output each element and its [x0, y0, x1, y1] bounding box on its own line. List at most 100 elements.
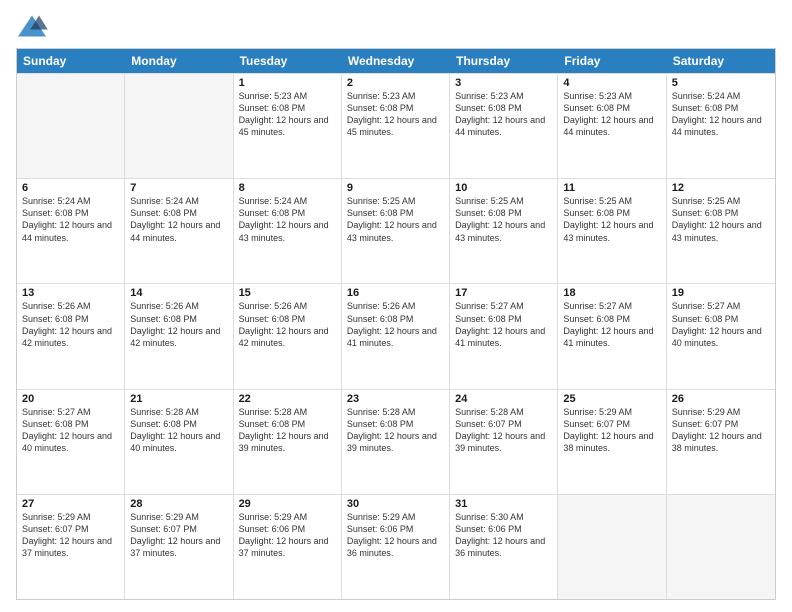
day-info: Sunrise: 5:23 AMSunset: 6:08 PMDaylight:… — [563, 90, 660, 139]
day-number: 6 — [22, 182, 119, 194]
calendar-cell-13: 13Sunrise: 5:26 AMSunset: 6:08 PMDayligh… — [17, 284, 125, 388]
day-info: Sunrise: 5:29 AMSunset: 6:06 PMDaylight:… — [239, 511, 336, 560]
calendar-cell-4: 4Sunrise: 5:23 AMSunset: 6:08 PMDaylight… — [558, 74, 666, 178]
calendar-cell-empty — [667, 495, 775, 599]
day-number: 21 — [130, 393, 227, 405]
day-info: Sunrise: 5:28 AMSunset: 6:08 PMDaylight:… — [347, 406, 444, 455]
day-info: Sunrise: 5:28 AMSunset: 6:08 PMDaylight:… — [130, 406, 227, 455]
calendar: SundayMondayTuesdayWednesdayThursdayFrid… — [16, 48, 776, 600]
day-info: Sunrise: 5:26 AMSunset: 6:08 PMDaylight:… — [22, 300, 119, 349]
calendar-cell-16: 16Sunrise: 5:26 AMSunset: 6:08 PMDayligh… — [342, 284, 450, 388]
day-number: 17 — [455, 287, 552, 299]
day-info: Sunrise: 5:25 AMSunset: 6:08 PMDaylight:… — [563, 195, 660, 244]
calendar-cell-11: 11Sunrise: 5:25 AMSunset: 6:08 PMDayligh… — [558, 179, 666, 283]
day-info: Sunrise: 5:23 AMSunset: 6:08 PMDaylight:… — [239, 90, 336, 139]
calendar-cell-empty — [125, 74, 233, 178]
day-info: Sunrise: 5:27 AMSunset: 6:08 PMDaylight:… — [22, 406, 119, 455]
header-day-thursday: Thursday — [450, 49, 558, 73]
day-number: 22 — [239, 393, 336, 405]
calendar-cell-9: 9Sunrise: 5:25 AMSunset: 6:08 PMDaylight… — [342, 179, 450, 283]
calendar-cell-10: 10Sunrise: 5:25 AMSunset: 6:08 PMDayligh… — [450, 179, 558, 283]
day-number: 24 — [455, 393, 552, 405]
day-info: Sunrise: 5:26 AMSunset: 6:08 PMDaylight:… — [130, 300, 227, 349]
calendar-cell-25: 25Sunrise: 5:29 AMSunset: 6:07 PMDayligh… — [558, 390, 666, 494]
day-info: Sunrise: 5:29 AMSunset: 6:07 PMDaylight:… — [672, 406, 770, 455]
calendar-cell-23: 23Sunrise: 5:28 AMSunset: 6:08 PMDayligh… — [342, 390, 450, 494]
calendar-cell-2: 2Sunrise: 5:23 AMSunset: 6:08 PMDaylight… — [342, 74, 450, 178]
calendar-cell-5: 5Sunrise: 5:24 AMSunset: 6:08 PMDaylight… — [667, 74, 775, 178]
day-info: Sunrise: 5:23 AMSunset: 6:08 PMDaylight:… — [347, 90, 444, 139]
calendar-cell-14: 14Sunrise: 5:26 AMSunset: 6:08 PMDayligh… — [125, 284, 233, 388]
day-number: 14 — [130, 287, 227, 299]
calendar-cell-30: 30Sunrise: 5:29 AMSunset: 6:06 PMDayligh… — [342, 495, 450, 599]
calendar-cell-12: 12Sunrise: 5:25 AMSunset: 6:08 PMDayligh… — [667, 179, 775, 283]
day-info: Sunrise: 5:24 AMSunset: 6:08 PMDaylight:… — [672, 90, 770, 139]
page: SundayMondayTuesdayWednesdayThursdayFrid… — [0, 0, 792, 612]
day-number: 27 — [22, 498, 119, 510]
header-day-wednesday: Wednesday — [342, 49, 450, 73]
calendar-cell-empty — [17, 74, 125, 178]
header-day-tuesday: Tuesday — [234, 49, 342, 73]
logo-icon — [16, 12, 48, 40]
day-number: 15 — [239, 287, 336, 299]
day-number: 31 — [455, 498, 552, 510]
day-number: 12 — [672, 182, 770, 194]
day-info: Sunrise: 5:24 AMSunset: 6:08 PMDaylight:… — [130, 195, 227, 244]
day-number: 10 — [455, 182, 552, 194]
calendar-cell-18: 18Sunrise: 5:27 AMSunset: 6:08 PMDayligh… — [558, 284, 666, 388]
day-info: Sunrise: 5:26 AMSunset: 6:08 PMDaylight:… — [347, 300, 444, 349]
day-info: Sunrise: 5:25 AMSunset: 6:08 PMDaylight:… — [455, 195, 552, 244]
day-info: Sunrise: 5:30 AMSunset: 6:06 PMDaylight:… — [455, 511, 552, 560]
day-info: Sunrise: 5:24 AMSunset: 6:08 PMDaylight:… — [239, 195, 336, 244]
calendar-cell-7: 7Sunrise: 5:24 AMSunset: 6:08 PMDaylight… — [125, 179, 233, 283]
calendar-cell-empty — [558, 495, 666, 599]
calendar-cell-21: 21Sunrise: 5:28 AMSunset: 6:08 PMDayligh… — [125, 390, 233, 494]
calendar-cell-24: 24Sunrise: 5:28 AMSunset: 6:07 PMDayligh… — [450, 390, 558, 494]
day-info: Sunrise: 5:23 AMSunset: 6:08 PMDaylight:… — [455, 90, 552, 139]
day-number: 7 — [130, 182, 227, 194]
day-number: 8 — [239, 182, 336, 194]
day-info: Sunrise: 5:25 AMSunset: 6:08 PMDaylight:… — [347, 195, 444, 244]
calendar-row-4: 27 Sunrise: 5:29 AMSunset: 6:07 PMDayligh… — [17, 494, 775, 599]
calendar-cell-29: 29Sunrise: 5:29 AMSunset: 6:06 PMDayligh… — [234, 495, 342, 599]
day-number: 18 — [563, 287, 660, 299]
header-day-friday: Friday — [558, 49, 666, 73]
day-info: Sunrise: 5:29 AMSunset: 6:07 PMDaylight:… — [563, 406, 660, 455]
day-number: 2 — [347, 77, 444, 89]
day-info: Sunrise: 5:29 AMSunset: 6:07 PMDaylight:… — [130, 511, 227, 560]
calendar-cell-26: 26Sunrise: 5:29 AMSunset: 6:07 PMDayligh… — [667, 390, 775, 494]
calendar-cell-1: 1Sunrise: 5:23 AMSunset: 6:08 PMDaylight… — [234, 74, 342, 178]
calendar-cell-8: 8Sunrise: 5:24 AMSunset: 6:08 PMDaylight… — [234, 179, 342, 283]
day-info: Sunrise: 5:25 AMSunset: 6:08 PMDaylight:… — [672, 195, 770, 244]
day-number: 23 — [347, 393, 444, 405]
calendar-cell-22: 22Sunrise: 5:28 AMSunset: 6:08 PMDayligh… — [234, 390, 342, 494]
calendar-cell-28: 28Sunrise: 5:29 AMSunset: 6:07 PMDayligh… — [125, 495, 233, 599]
calendar-row-3: 20Sunrise: 5:27 AMSunset: 6:08 PMDayligh… — [17, 389, 775, 494]
header-day-sunday: Sunday — [17, 49, 125, 73]
header-day-saturday: Saturday — [667, 49, 775, 73]
day-number: 20 — [22, 393, 119, 405]
calendar-body: 1Sunrise: 5:23 AMSunset: 6:08 PMDaylight… — [17, 73, 775, 599]
calendar-cell-20: 20Sunrise: 5:27 AMSunset: 6:08 PMDayligh… — [17, 390, 125, 494]
calendar-cell-27: 27Sunrise: 5:29 AMSunset: 6:07 PMDayligh… — [17, 495, 125, 599]
day-info: Sunrise: 5:28 AMSunset: 6:08 PMDaylight:… — [239, 406, 336, 455]
day-number: 4 — [563, 77, 660, 89]
day-number: 13 — [22, 287, 119, 299]
day-info: Sunrise: 5:29 AMSunset: 6:06 PMDaylight:… — [347, 511, 444, 560]
day-info: Sunrise: 5:27 AMSunset: 6:08 PMDaylight:… — [455, 300, 552, 349]
day-info: Sunrise: 5:27 AMSunset: 6:08 PMDaylight:… — [672, 300, 770, 349]
day-number: 11 — [563, 182, 660, 194]
calendar-cell-15: 15Sunrise: 5:26 AMSunset: 6:08 PMDayligh… — [234, 284, 342, 388]
calendar-row-2: 13Sunrise: 5:26 AMSunset: 6:08 PMDayligh… — [17, 283, 775, 388]
header — [16, 12, 776, 40]
calendar-cell-31: 31Sunrise: 5:30 AMSunset: 6:06 PMDayligh… — [450, 495, 558, 599]
calendar-header: SundayMondayTuesdayWednesdayThursdayFrid… — [17, 49, 775, 73]
logo — [16, 12, 52, 40]
calendar-cell-3: 3Sunrise: 5:23 AMSunset: 6:08 PMDaylight… — [450, 74, 558, 178]
day-number: 26 — [672, 393, 770, 405]
day-info: Sunrise: 5:24 AMSunset: 6:08 PMDaylight:… — [22, 195, 119, 244]
day-number: 1 — [239, 77, 336, 89]
calendar-cell-19: 19Sunrise: 5:27 AMSunset: 6:08 PMDayligh… — [667, 284, 775, 388]
calendar-row-0: 1Sunrise: 5:23 AMSunset: 6:08 PMDaylight… — [17, 73, 775, 178]
calendar-cell-6: 6Sunrise: 5:24 AMSunset: 6:08 PMDaylight… — [17, 179, 125, 283]
